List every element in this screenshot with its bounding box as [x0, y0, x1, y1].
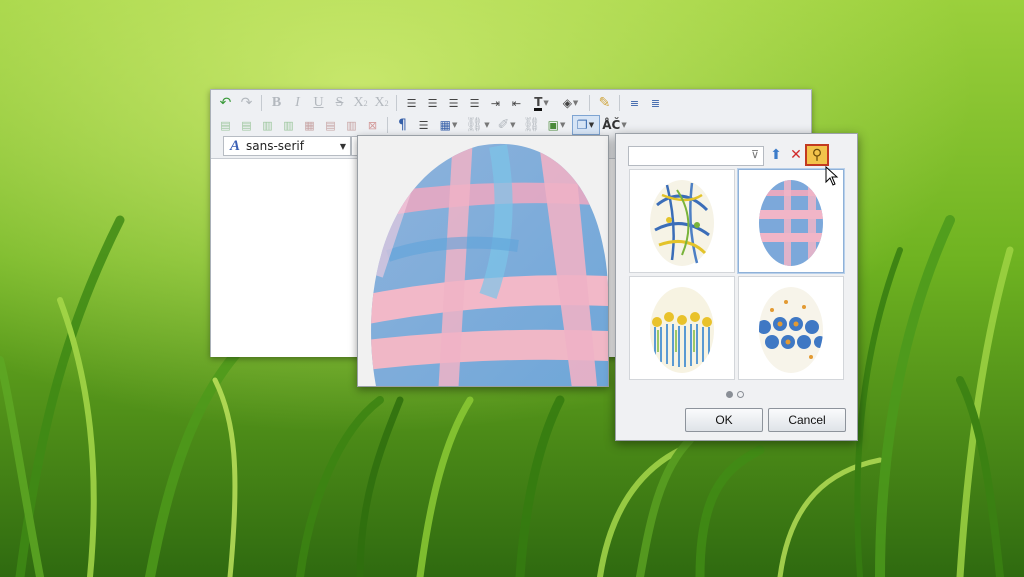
table-merge-icon[interactable]: ▦ — [300, 115, 320, 135]
egg-pink-blue-image — [759, 180, 823, 266]
ok-button[interactable]: OK — [685, 408, 763, 432]
strikethrough-icon[interactable]: S — [330, 93, 350, 113]
delete-icon[interactable]: ✕ — [786, 145, 806, 165]
toolbar-separator — [619, 95, 620, 111]
italic-icon[interactable]: I — [288, 93, 308, 113]
table-icon[interactable]: ▦ ▼ — [435, 115, 463, 135]
link-icon[interactable]: ⛓ ▼ — [464, 115, 492, 135]
unlink-icon[interactable]: ⛓ — [522, 115, 542, 135]
page-dot-2[interactable] — [737, 391, 744, 398]
numbered-list-icon[interactable]: ≣ — [646, 93, 666, 113]
image-icon[interactable]: ▣ ▼ — [543, 115, 571, 135]
align-justify-icon[interactable]: ☰ — [444, 93, 464, 113]
page-dot-1[interactable] — [726, 391, 733, 398]
font-family-select[interactable]: A sans-serif ▼ — [223, 136, 351, 156]
paragraph-icon[interactable]: ¶ — [393, 115, 413, 135]
superscript-icon[interactable]: X2 — [372, 93, 392, 113]
indent-icon[interactable]: ⇥ — [486, 93, 506, 113]
undo-icon[interactable]: ↶ — [216, 93, 236, 113]
pagination — [726, 391, 744, 398]
filter-icon: ⊽ — [750, 148, 759, 161]
image-picker-dialog: ⊽ ⬆ ✕ ⚲ OK Cancel — [615, 133, 858, 441]
text-color-icon[interactable]: T ▼ — [528, 93, 556, 113]
toolbar-separator — [261, 95, 262, 111]
upload-icon[interactable]: ⬆ — [766, 145, 786, 165]
cancel-button[interactable]: Cancel — [768, 408, 846, 432]
toolbar-separator — [589, 95, 590, 111]
table-insert-col-icon[interactable]: ▤ — [237, 115, 257, 135]
filter-input[interactable]: ⊽ — [628, 146, 764, 166]
toolbar-row-1: ↶ ↷ B I U S X2 X2 ☰ ☰ ☰ ☰ ⇥ ⇤ T ▼ ◈ ▼ ✎ ≡ … — [215, 92, 666, 114]
font-family-value: sans-serif — [246, 139, 304, 153]
thumbnail-egg-splatter[interactable] — [629, 169, 735, 273]
egg-blue-dots-image — [759, 287, 823, 373]
table-col-icon[interactable]: ▥ — [279, 115, 299, 135]
egg-yellow-flowers-image — [650, 287, 714, 373]
chevron-down-icon: ▼ — [339, 141, 346, 151]
spellcheck-icon[interactable]: ÅČ ▼ — [601, 115, 629, 135]
background-color-icon[interactable]: ◈ ▼ — [557, 93, 585, 113]
egg-preview-image — [358, 136, 608, 386]
table-delete-icon[interactable]: ⊠ — [363, 115, 383, 135]
subscript-icon[interactable]: X2 — [351, 93, 371, 113]
mouse-cursor-icon — [825, 166, 839, 186]
thumbnail-egg-blue-dots[interactable] — [738, 276, 844, 380]
egg-splatter-image — [650, 180, 714, 266]
outdent-icon[interactable]: ⇤ — [507, 93, 527, 113]
font-icon: A — [230, 137, 241, 154]
table-insert-row-icon[interactable]: ▤ — [216, 115, 236, 135]
thumbnail-egg-yellow-flowers[interactable] — [629, 276, 735, 380]
align-right-icon[interactable]: ☰ — [465, 93, 485, 113]
bullet-list-icon[interactable]: ≡ — [625, 93, 645, 113]
align-left-icon[interactable]: ☰ — [402, 93, 422, 113]
horizontal-rule-icon[interactable]: ☰ — [414, 115, 434, 135]
toolbar-separator — [396, 95, 397, 111]
table-delete-col-icon[interactable]: ▥ — [342, 115, 362, 135]
clear-format-icon[interactable]: ✎ — [595, 93, 615, 113]
anchor-icon[interactable]: ✐ ▼ — [493, 115, 521, 135]
gallery-icon[interactable]: ❐ ▼ — [571, 115, 600, 135]
toolbar-row-2: ▤ ▤ ▥ ▥ ▦ ▤ ▥ ⊠ ¶ ☰ ▦ ▼ ⛓ ▼ ✐ ▼ ⛓ ▣ ▼ ❐ ▼ ÅČ ▼ — [215, 114, 629, 136]
table-row-icon[interactable]: ▥ — [258, 115, 278, 135]
search-icon[interactable]: ⚲ — [805, 144, 829, 166]
bold-icon[interactable]: B — [267, 93, 287, 113]
image-preview — [357, 135, 609, 387]
toolbar-separator — [387, 117, 388, 133]
underline-icon[interactable]: U — [309, 93, 329, 113]
align-center-icon[interactable]: ☰ — [423, 93, 443, 113]
redo-icon[interactable]: ↷ — [237, 93, 257, 113]
table-delete-row-icon[interactable]: ▤ — [321, 115, 341, 135]
